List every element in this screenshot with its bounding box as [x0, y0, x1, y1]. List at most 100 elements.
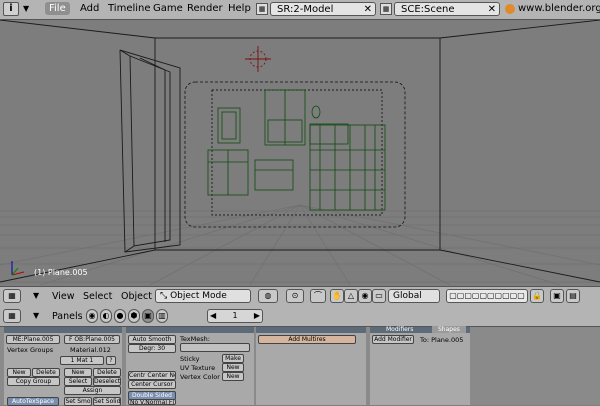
axis-widget	[11, 261, 25, 276]
material-slot-field[interactable]: 1 Mat 1	[60, 356, 104, 365]
menu-render[interactable]: Render	[187, 3, 223, 14]
modifiers-panel: Add Modifier To: Plane.005	[370, 333, 470, 405]
auto-smooth-button[interactable]: Auto Smooth	[128, 335, 176, 344]
blender-logo-icon	[505, 4, 515, 14]
menu-add[interactable]: Add	[80, 3, 99, 14]
render-icon[interactable]: ▣	[550, 289, 564, 303]
frame-field[interactable]: ◀ 1 ▶	[207, 309, 263, 323]
frame-value: 1	[232, 311, 238, 320]
object-context-icon[interactable]: ⬢	[128, 309, 140, 323]
vertex-color-new-button[interactable]: New	[222, 372, 244, 381]
layer-buttons[interactable]: ▢▢▢▢▢▢▢▢▢▢	[446, 289, 528, 303]
close-icon[interactable]: ✕	[364, 3, 372, 17]
editing-context-icon[interactable]: ▣	[142, 309, 154, 323]
furniture-wireframe	[207, 89, 386, 211]
logic-context-icon[interactable]: ◉	[86, 309, 98, 323]
mesh-name-field[interactable]: ME:Plane.005	[6, 335, 60, 344]
menu-view[interactable]: View	[52, 291, 75, 302]
material-help-button[interactable]: ?	[106, 356, 116, 365]
mode-label: Object Mode	[170, 291, 227, 301]
assign-button[interactable]: Assign	[64, 386, 121, 395]
tab-modifiers[interactable]: Modifiers	[386, 326, 413, 333]
chevron-down-icon[interactable]: ▼	[23, 4, 29, 13]
copy-group-button[interactable]: Copy Group	[7, 377, 60, 386]
select-button[interactable]: Select	[64, 377, 92, 386]
orientation-select[interactable]: Global	[388, 289, 440, 303]
material-new-button[interactable]: New	[64, 368, 92, 377]
room-wireframe	[0, 20, 600, 283]
3d-viewport[interactable]: (1) Plane.005	[0, 20, 600, 285]
close-icon[interactable]: ✕	[488, 3, 496, 17]
scene-browse-icon[interactable]: ▦	[380, 3, 392, 15]
menu-object[interactable]: Object	[121, 291, 152, 302]
screen-browse-icon[interactable]: ▦	[256, 3, 268, 15]
buttons-window-icon[interactable]: ▦	[3, 309, 21, 323]
vertex-groups-label: Vertex Groups	[7, 346, 54, 354]
deselect-button[interactable]: Deselect	[93, 377, 121, 386]
lock-icon[interactable]: 🔒	[530, 289, 544, 303]
screen-field-label: SR:2-Model	[277, 4, 334, 15]
menu-select[interactable]: Select	[83, 291, 112, 302]
floor-grid	[0, 204, 600, 285]
buttons-header: ▦ ▼ Panels ◉ ◐ ● ⬢ ▣ ▥ ◀ 1 ▶	[0, 306, 600, 327]
mode-select[interactable]: ⤡ Object Mode	[155, 289, 251, 303]
object-label: (1) Plane.005	[34, 268, 88, 277]
center-cursor-button[interactable]: Center Cursor	[128, 380, 176, 389]
rotate-icon[interactable]: ◉	[358, 289, 372, 303]
mode-icon: ⤡	[160, 291, 171, 301]
sticky-label: Sticky	[180, 355, 200, 363]
modifier-target-label: To: Plane.005	[420, 336, 464, 344]
uv-texture-label: UV Texture	[180, 364, 216, 372]
multires-panel: Add Multires	[256, 333, 366, 405]
chevron-right-icon[interactable]: ▶	[254, 310, 262, 322]
vgroup-delete-button[interactable]: Delete	[32, 368, 60, 377]
draw-type-select[interactable]: ◍	[258, 289, 278, 303]
chevron-down-icon[interactable]: ▼	[33, 291, 39, 300]
scene-context-icon[interactable]: ▥	[156, 309, 168, 323]
material-delete-button[interactable]: Delete	[93, 368, 121, 377]
add-modifier-button[interactable]: Add Modifier	[372, 335, 414, 344]
scene-field-label: SCE:Scene	[401, 4, 455, 15]
info-window-icon[interactable]: i	[3, 2, 19, 16]
chevron-down-icon[interactable]: ▼	[33, 311, 39, 320]
menu-file[interactable]: File	[45, 2, 70, 15]
render-anim-icon[interactable]: ▤	[566, 289, 580, 303]
link-materials-panel: ME:Plane.005 F OB:Plane.005 Vertex Group…	[4, 333, 122, 406]
uv-texture-new-button[interactable]: New	[222, 363, 244, 372]
url-label: www.blender.org 2	[518, 3, 600, 14]
shading-context-icon[interactable]: ●	[114, 309, 126, 323]
hand-icon[interactable]: ✋	[330, 289, 344, 303]
sticky-make-button[interactable]: Make	[222, 354, 244, 363]
pivot-select[interactable]: ⊙	[286, 289, 304, 303]
texmesh-label: TexMesh:	[180, 335, 210, 343]
panels-label[interactable]: Panels	[52, 311, 83, 322]
add-multires-button[interactable]: Add Multires	[258, 335, 356, 344]
menu-game[interactable]: Game	[153, 3, 183, 14]
material-name-label: Material.012	[70, 346, 111, 354]
light-object	[245, 46, 271, 72]
vertex-color-label: Vertex Color	[180, 373, 220, 381]
no-v-normal-button[interactable]: No V.Normal Fl	[128, 399, 176, 405]
view3d-header: ▦ ▼ View Select Object ⤡ Object Mode ◍ ⊙…	[0, 286, 600, 307]
top-menu-bar: i ▼ File Add Timeline Game Render Help ▦…	[0, 0, 600, 20]
tab-shapes[interactable]: Shapes	[432, 326, 466, 333]
texmesh-field[interactable]	[180, 343, 250, 352]
scene-field[interactable]: SCE:Scene ✕	[394, 2, 500, 16]
menu-help[interactable]: Help	[228, 3, 251, 14]
translate-icon[interactable]: △	[344, 289, 358, 303]
degr-field[interactable]: Degr: 30	[128, 344, 176, 353]
mesh-panel: Auto Smooth Degr: 30 Centr Center Ne Cen…	[126, 333, 254, 405]
vgroup-new-button[interactable]: New	[7, 368, 31, 377]
centre-new-button[interactable]: Centr Center Ne	[128, 371, 176, 380]
script-context-icon[interactable]: ◐	[100, 309, 112, 323]
object-name-field[interactable]: F OB:Plane.005	[64, 335, 120, 344]
scale-icon[interactable]: ▭	[372, 289, 386, 303]
viewport-scene	[0, 20, 600, 285]
screen-field[interactable]: SR:2-Model ✕	[270, 2, 376, 16]
chevron-left-icon[interactable]: ◀	[208, 310, 216, 322]
view3d-window-icon[interactable]: ▦	[3, 289, 21, 303]
camera-frame	[184, 81, 406, 228]
buttons-window: ME:Plane.005 F OB:Plane.005 Vertex Group…	[0, 326, 600, 406]
widget-toggle[interactable]: ⌒	[310, 289, 326, 303]
menu-timeline[interactable]: Timeline	[108, 3, 151, 14]
